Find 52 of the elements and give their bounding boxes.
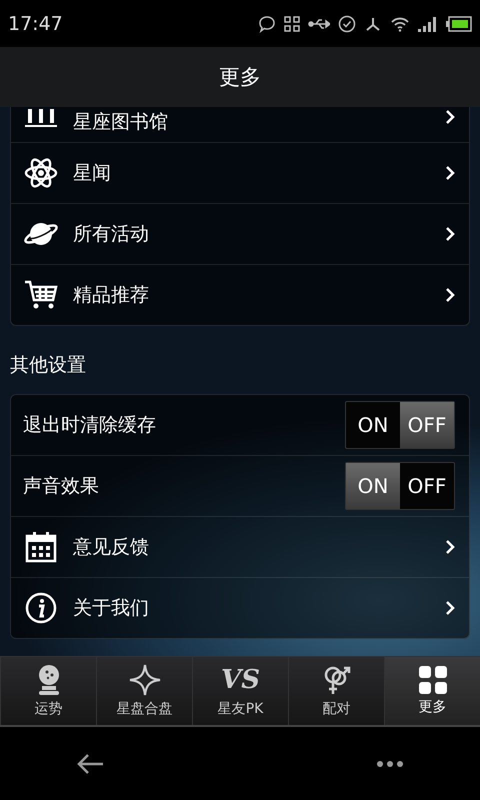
menu-label: 精品推荐 [73,283,150,308]
on-option: ON [346,402,400,448]
four-point-star-icon [128,664,160,696]
section-title: 其他设置 [10,353,87,378]
check-circle-icon [338,14,356,32]
wifi-icon [390,16,410,32]
info-icon [23,592,59,624]
tab[interactable]: 配对 [288,657,384,725]
tab[interactable]: 运势 [0,657,96,725]
chevron-right-icon [445,226,455,242]
on-off-switch[interactable]: ON OFF [345,401,455,449]
chevron-right-icon [445,287,455,303]
cart-icon [23,279,59,311]
menu-label: 所有活动 [73,222,150,247]
menu-row[interactable]: 意见反馈 [11,516,469,577]
chevron-right-icon [445,165,455,181]
qr-icon [284,16,300,32]
chevron-right-icon [445,600,455,616]
page-title: 更多 [219,64,261,91]
setting-label: 声音效果 [23,474,100,499]
menu-label: 星座图书馆 [73,110,169,135]
off-option: OFF [400,402,454,448]
battery-icon [446,16,472,32]
chevron-right-icon [445,539,455,555]
vs-icon: VS [221,664,260,696]
network-icon [364,16,382,32]
signal-icon [418,16,438,32]
on-option: ON [346,463,400,509]
columns-icon [23,109,59,129]
usb-icon [308,16,330,30]
atom-icon [23,156,59,190]
back-arrow-icon[interactable] [76,752,104,774]
menu-label: 意见反馈 [73,535,150,560]
tab[interactable]: 更多 [384,657,480,725]
on-off-switch[interactable]: ON OFF [345,462,455,510]
more-dots-icon[interactable] [376,760,404,768]
calendar-icon [23,531,59,563]
menu-row[interactable]: 星座图书馆 [11,107,469,142]
chevron-right-icon [445,109,455,125]
menu-row[interactable]: 关于我们 [11,577,469,638]
menu-row[interactable]: 星闻 [11,142,469,203]
tab[interactable]: 星盘合盘 [96,657,192,725]
menu-row[interactable]: 精品推荐 [11,264,469,325]
chat-bubble-icon [258,14,276,32]
tab[interactable]: VS 星友PK [192,657,288,725]
menu-row[interactable]: 所有活动 [11,203,469,264]
menu-label: 关于我们 [73,596,150,621]
status-time: 17:47 [8,12,63,34]
setting-label: 退出时清除缓存 [23,413,157,438]
grid-icon [418,666,446,694]
menu-label: 星闻 [73,161,112,186]
off-option: OFF [400,463,454,509]
